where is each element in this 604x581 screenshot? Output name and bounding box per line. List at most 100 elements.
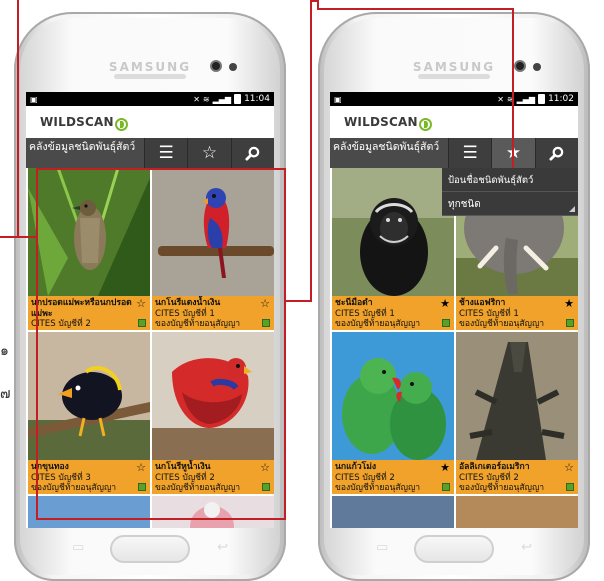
- flag-icon: [566, 483, 574, 491]
- appendix-note: ของบัญชีท้ายอนุสัญญา: [335, 319, 421, 329]
- recent-apps-key[interactable]: ▭: [376, 540, 388, 555]
- cites-level: CITES บัญชีที่ 1: [459, 308, 519, 319]
- species-name: อัลลิเกเตอร์อเมริกา: [459, 462, 530, 472]
- species-name: นกโนรีหูน้ำเงิน: [155, 462, 211, 472]
- status-bar: ▣ ✕ ≋ ▂▄▆ 11:02: [330, 92, 578, 106]
- search-button[interactable]: [230, 138, 274, 168]
- species-tile[interactable]: นกปรอดแม่พะหรือนกปรอดแม่พะ CITES บัญชีที…: [28, 168, 150, 330]
- flag-icon: [442, 319, 450, 327]
- menu-button[interactable]: ☰: [144, 138, 188, 168]
- logo-mark-icon: [418, 117, 432, 131]
- appendix-note: ของบัญชีท้ายอนุสัญญา: [155, 319, 241, 329]
- signal-icon: ▂▄▆: [212, 94, 232, 104]
- flag-icon: [262, 483, 270, 491]
- app-logo: WILDSCAN: [40, 115, 114, 129]
- phone-screen: ▣ ✕ ≋ ▂▄▆ 11:04 WILDSCAN คลังข้อมูลชนิดพ…: [26, 92, 274, 528]
- brand-label: SAMSUNG: [412, 60, 496, 74]
- earpiece: [114, 74, 186, 79]
- species-name: ชะนีมือดำ: [335, 298, 373, 308]
- star-filled-icon[interactable]: ★: [564, 298, 574, 310]
- appendix-note: ของบัญชีท้ายอนุสัญญา: [155, 483, 241, 493]
- mute-icon: ✕: [497, 94, 504, 104]
- annotation-line: [17, 0, 19, 238]
- search-button[interactable]: [534, 138, 578, 168]
- appendix-note: ของบัญชีท้ายอนุสัญญา: [335, 483, 421, 493]
- wifi-icon: ≋: [202, 94, 210, 104]
- menu-icon: ☰: [158, 143, 174, 163]
- species-name: นกขุนทอง: [31, 462, 69, 472]
- annotation-line: [310, 0, 312, 302]
- species-photo-red-lory: [152, 332, 274, 460]
- species-photo-partial: [456, 496, 578, 528]
- notification-icon: ▣: [30, 94, 38, 104]
- appendix-note: ของบัญชีท้ายอนุสัญญา: [31, 483, 117, 493]
- proximity-sensor: [533, 63, 541, 71]
- notification-icon: ▣: [334, 94, 342, 104]
- status-bar: ▣ ✕ ≋ ▂▄▆ 11:04: [26, 92, 274, 106]
- logo-bar: WILDSCAN: [330, 106, 578, 138]
- page-edge-char-2: ๗: [0, 386, 11, 402]
- species-tile[interactable]: นกโนรีหูน้ำเงิน CITES บัญชีที่ 2 ของบัญช…: [152, 332, 274, 494]
- search-icon: [549, 146, 564, 161]
- back-key[interactable]: ↩: [521, 540, 532, 555]
- back-key[interactable]: ↩: [217, 540, 228, 555]
- star-outline-icon[interactable]: ☆: [564, 462, 574, 474]
- earpiece: [418, 74, 490, 79]
- species-photo-partial: [152, 496, 274, 528]
- signal-icon: ▂▄▆: [516, 94, 536, 104]
- star-outline-icon[interactable]: ☆: [260, 298, 270, 310]
- species-photo-gibbon: [332, 168, 454, 296]
- cites-level: CITES บัญชีที่ 2: [335, 472, 395, 483]
- screenshot-stage: ๑ ๗ SAMSUNG ▣ ✕ ≋ ▂▄▆ 11:04 WILDSCAN คลั…: [0, 0, 604, 581]
- menu-button[interactable]: ☰: [448, 138, 492, 168]
- cites-level: CITES บัญชีที่ 2: [31, 319, 91, 329]
- annotation-line: [317, 8, 514, 10]
- home-button[interactable]: [110, 535, 190, 563]
- species-grid: นกปรอดแม่พะหรือนกปรอดแม่พะ CITES บัญชีที…: [26, 168, 274, 528]
- species-name: นกปรอดแม่พะหรือนกปรอดแม่พะ: [31, 298, 132, 319]
- species-tile[interactable]: นกโนรีแดงน้ำเงิน CITES บัญชีที่ 1 ของบัญ…: [152, 168, 274, 330]
- species-name: ช้างแอฟริกา: [459, 298, 506, 308]
- species-photo-parakeet: [332, 332, 454, 460]
- flag-icon: [138, 483, 146, 491]
- star-outline-icon[interactable]: ☆: [260, 462, 270, 474]
- species-tile[interactable]: นกแก้วโม่ง CITES บัญชีที่ 2 ของบัญชีท้าย…: [332, 332, 454, 494]
- species-tile[interactable]: ชะนีมือดำ CITES บัญชีที่ 1 ของบัญชีท้ายอ…: [332, 168, 454, 330]
- species-name: นกแก้วโม่ง: [335, 462, 377, 472]
- mute-icon: ✕: [193, 94, 200, 104]
- species-photo-red-blue-lory: [152, 168, 274, 296]
- category-select[interactable]: ทุกชนิด: [442, 192, 578, 216]
- flag-icon: [138, 319, 146, 327]
- star-outline-icon[interactable]: ☆: [136, 462, 146, 474]
- action-bar: คลังข้อมูลชนิดพันธุ์สัตว์ ☰ ★: [330, 138, 578, 168]
- front-camera: [514, 60, 526, 72]
- star-outline-icon[interactable]: ☆: [136, 298, 146, 310]
- recent-apps-key[interactable]: ▭: [72, 540, 84, 555]
- star-filled-icon[interactable]: ★: [440, 462, 450, 474]
- page-title: คลังข้อมูลชนิดพันธุ์สัตว์: [330, 138, 448, 168]
- flag-icon: [262, 319, 270, 327]
- app-logo: WILDSCAN: [344, 115, 418, 129]
- species-photo-myna: [28, 332, 150, 460]
- status-time: 11:04: [244, 94, 270, 104]
- flag-icon: [566, 319, 574, 327]
- front-camera: [210, 60, 222, 72]
- action-bar: คลังข้อมูลชนิดพันธุ์สัตว์ ☰ ☆: [26, 138, 274, 168]
- page-title: คลังข้อมูลชนิดพันธุ์สัตว์: [26, 138, 144, 168]
- species-grid: ป้อนชื่อชนิดพันธุ์สัตว์ ทุกชนิด ชะนีมือด…: [330, 168, 578, 528]
- cites-level: CITES บัญชีที่ 1: [155, 308, 215, 319]
- favorites-button[interactable]: ☆: [187, 138, 231, 168]
- star-filled-icon[interactable]: ★: [440, 298, 450, 310]
- species-tile[interactable]: อัลลิเกเตอร์อเมริกา CITES บัญชีที่ 2 ของ…: [456, 332, 578, 494]
- battery-icon: [538, 94, 546, 104]
- logo-mark-icon: [114, 117, 128, 131]
- species-tile[interactable]: นกขุนทอง CITES บัญชีที่ 3 ของบัญชีท้ายอน…: [28, 332, 150, 494]
- phone-screen: ▣ ✕ ≋ ▂▄▆ 11:02 WILDSCAN คลังข้อมูลชนิดพ…: [330, 92, 578, 528]
- flag-icon: [442, 483, 450, 491]
- species-search-input[interactable]: ป้อนชื่อชนิดพันธุ์สัตว์: [442, 168, 578, 192]
- filter-dropdown: ป้อนชื่อชนิดพันธุ์สัตว์ ทุกชนิด: [442, 168, 578, 216]
- home-button[interactable]: [414, 535, 494, 563]
- page-edge-char-1: ๑: [0, 343, 9, 359]
- brand-label: SAMSUNG: [108, 60, 192, 74]
- species-photo-alligator: [456, 332, 578, 460]
